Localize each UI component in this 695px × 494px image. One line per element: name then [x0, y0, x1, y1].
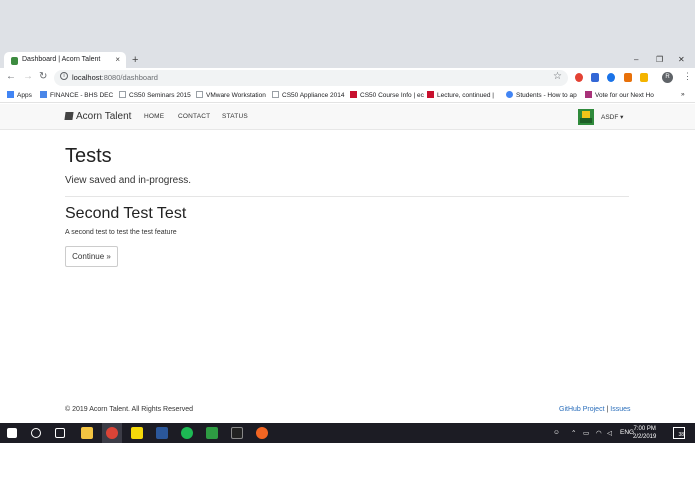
- extension-icon[interactable]: [624, 73, 632, 82]
- bookmarks-bar: Apps FINANCE - BHS DEC CS50 Seminars 201…: [0, 88, 695, 103]
- test-title: Second Test Test: [65, 205, 187, 222]
- page-icon: [196, 91, 203, 98]
- google-icon: [506, 91, 513, 98]
- edx-icon: [350, 91, 357, 98]
- profile-avatar[interactable]: R: [662, 72, 673, 83]
- user-menu-dropdown[interactable]: ASDF ▾: [601, 113, 623, 121]
- footer-copyright: © 2019 Acorn Talent. All Rights Reserved: [65, 406, 193, 413]
- restore-button[interactable]: ❐: [656, 55, 663, 64]
- github-project-link[interactable]: GitHub Project: [559, 406, 605, 413]
- nav-status[interactable]: STATUS: [222, 113, 248, 120]
- word-icon[interactable]: [156, 427, 168, 439]
- site-navbar: Acorn Talent HOME CONTACT STATUS ASDF ▾: [0, 104, 695, 130]
- tab-title: Dashboard | Acorn Talent: [22, 56, 101, 63]
- clock[interactable]: 7:00 PM 2/2/2019: [633, 425, 656, 441]
- bookmark-students[interactable]: Students - How to ap: [506, 91, 577, 99]
- people-icon[interactable]: ☺: [553, 429, 560, 436]
- info-icon[interactable]: i: [60, 72, 68, 80]
- user-avatar[interactable]: [578, 109, 594, 125]
- tab-close-icon[interactable]: ×: [115, 55, 120, 64]
- file-explorer-icon[interactable]: [81, 427, 93, 439]
- spotify-icon[interactable]: [181, 427, 193, 439]
- url-text[interactable]: localhost:8080/dashboard: [72, 73, 158, 82]
- windows-start-icon[interactable]: [7, 428, 17, 438]
- back-arrow-icon[interactable]: ←: [6, 71, 16, 82]
- bookmark-finance[interactable]: FINANCE - BHS DEC: [40, 91, 113, 99]
- tray-chevron-icon[interactable]: ⌃: [571, 429, 576, 437]
- close-window-button[interactable]: ✕: [678, 55, 685, 64]
- battery-icon[interactable]: ▭: [583, 429, 589, 437]
- forward-arrow-icon[interactable]: →: [23, 71, 33, 82]
- edx-icon: [427, 91, 434, 98]
- bookmark-lecture[interactable]: Lecture, continued |: [427, 91, 494, 99]
- bookmark-icon: [40, 91, 47, 98]
- more-bookmarks-button[interactable]: »: [681, 91, 685, 98]
- apps-grid-icon: [7, 91, 14, 98]
- bookmark-vmware[interactable]: VMware Workstation: [196, 91, 266, 99]
- windows-taskbar: ☺ ⌃ ▭ ◠ ◁ ENG 7:00 PM 2/2/2019 38: [0, 423, 695, 443]
- opera-extension-icon[interactable]: [575, 73, 583, 82]
- continue-button[interactable]: Continue »: [65, 246, 118, 267]
- address-bar[interactable]: i localhost:8080/dashboard ☆: [54, 70, 568, 86]
- bookmark-vote[interactable]: Vote for our Next Ho: [585, 91, 654, 99]
- divider: [65, 196, 629, 197]
- notification-center-icon[interactable]: 38: [673, 427, 685, 439]
- language-indicator[interactable]: ENG: [620, 429, 634, 436]
- page-title: Tests: [65, 145, 112, 167]
- cube-logo-icon: [64, 112, 74, 120]
- browser-tab[interactable]: Dashboard | Acorn Talent ×: [4, 52, 126, 69]
- terminal-icon[interactable]: [231, 427, 243, 439]
- new-tab-button[interactable]: +: [132, 54, 138, 66]
- extension-icon[interactable]: [607, 73, 615, 82]
- clock-date: 2/2/2019: [633, 434, 657, 440]
- page-subtitle: View saved and in-progress.: [65, 175, 191, 186]
- wifi-icon[interactable]: ◠: [596, 429, 602, 437]
- app-icon[interactable]: [256, 427, 268, 439]
- git-icon[interactable]: [206, 427, 218, 439]
- issues-link[interactable]: Issues: [610, 406, 630, 413]
- sticky-notes-icon[interactable]: [131, 427, 143, 439]
- acorn-favicon-icon: [11, 57, 18, 65]
- chrome-icon[interactable]: [106, 427, 118, 439]
- bookmark-cs50-appliance[interactable]: CS50 Appliance 2014: [272, 91, 345, 99]
- search-icon[interactable]: [31, 428, 41, 438]
- site-brand[interactable]: Acorn Talent: [64, 111, 131, 122]
- bookmark-apps[interactable]: Apps: [7, 91, 32, 99]
- browser-menu-icon[interactable]: ⋮: [683, 71, 692, 82]
- extension-icon[interactable]: [640, 73, 648, 82]
- page-icon: [272, 91, 279, 98]
- extension-icon[interactable]: [591, 73, 599, 82]
- test-description: A second test to test the test feature: [65, 229, 177, 236]
- reload-icon[interactable]: ↻: [39, 71, 47, 82]
- nav-home[interactable]: HOME: [144, 113, 164, 120]
- browser-tab-strip: Dashboard | Acorn Talent × + – ❐ ✕: [0, 0, 695, 69]
- bookmark-star-icon[interactable]: ☆: [553, 71, 562, 82]
- bookmark-cs50-course-info[interactable]: CS50 Course Info | ec: [350, 91, 424, 99]
- nav-contact[interactable]: CONTACT: [178, 113, 210, 120]
- bookmark-cs50-seminars[interactable]: CS50 Seminars 2015: [119, 91, 191, 99]
- footer-links: GitHub Project | Issues: [559, 406, 631, 413]
- task-view-icon[interactable]: [55, 428, 65, 438]
- clock-time: 7:00 PM: [633, 426, 656, 432]
- screenshot: Dashboard | Acorn Talent × + – ❐ ✕ ← → ↻…: [0, 0, 695, 494]
- page-icon: [119, 91, 126, 98]
- volume-icon[interactable]: ◁: [607, 429, 612, 437]
- bookmark-icon: [585, 91, 592, 98]
- minimize-button[interactable]: –: [634, 55, 638, 64]
